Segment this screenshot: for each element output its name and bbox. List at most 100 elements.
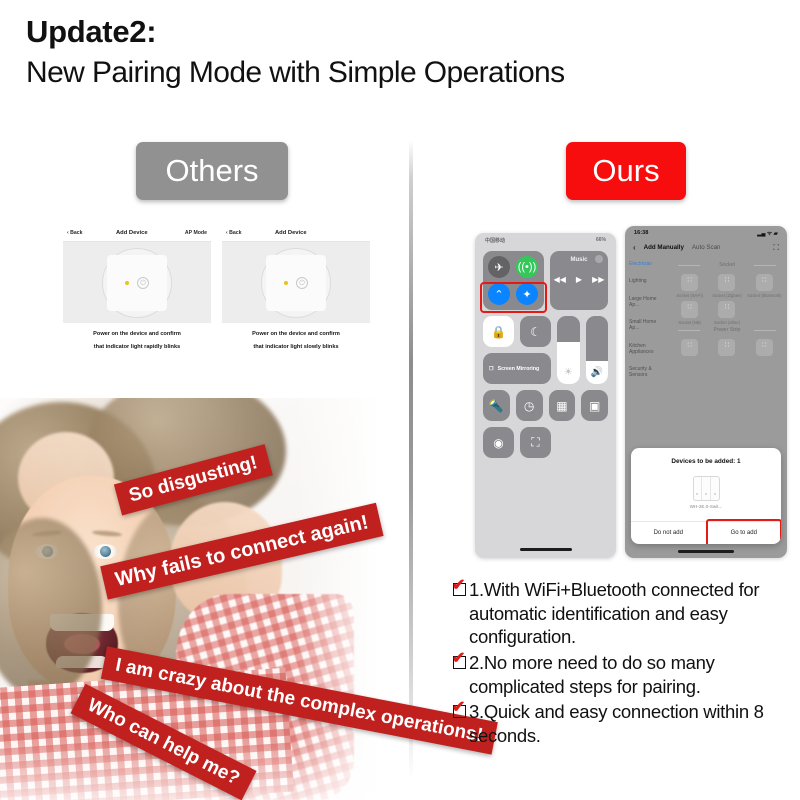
home-indicator: [678, 550, 734, 553]
iris: [100, 546, 111, 557]
next-icon[interactable]: ▶▶: [592, 275, 604, 284]
cc-row-misc: 🔒 ☾ ❐ Screen Mirroring ☀ 🔊: [483, 316, 608, 384]
airplane-mode-icon[interactable]: ✈: [488, 256, 510, 278]
navbar-title: Add Device: [116, 229, 148, 236]
feature-text: 3.Quick and easy connection within 8 sec…: [469, 701, 764, 747]
feature-item: 1.With WiFi+Bluetooth connected for auto…: [452, 578, 795, 649]
socket-icon: [718, 339, 736, 357]
tab-auto-scan[interactable]: Auto Scan: [692, 244, 721, 251]
play-icon[interactable]: ▶: [576, 275, 582, 284]
feature-text: 1.With WiFi+Bluetooth connected for auto…: [469, 579, 760, 648]
app-navbar: ‹ Back Add Device: [222, 224, 370, 241]
socket-icon: [718, 274, 736, 291]
sidebar-item-security-sensors[interactable]: Security & Sensors: [629, 366, 663, 379]
back-button[interactable]: ‹ Back: [226, 230, 242, 236]
badge-others: Others: [136, 142, 288, 200]
page-header: Update2: New Pairing Mode with Simple Op…: [26, 14, 786, 91]
do-not-add-button[interactable]: Do not add: [631, 522, 706, 544]
device-illustration: ⏻: [63, 241, 211, 323]
screen-record-icon[interactable]: ◉: [483, 427, 514, 458]
previous-icon[interactable]: ◀◀: [554, 275, 566, 284]
app-navbar: ‹ Back Add Device AP Mode: [63, 224, 211, 241]
flashlight-icon[interactable]: 🔦: [483, 390, 510, 421]
status-bar: 16:38 ▂▄ ᯤ ▰: [625, 226, 787, 239]
feature-item: 2.No more need to do so many complicated…: [452, 651, 795, 698]
wifi-icon[interactable]: ⌃: [488, 283, 510, 305]
indicator-led-icon: [284, 280, 288, 285]
power-strip-grid: [672, 339, 782, 358]
airplay-icon[interactable]: [595, 255, 603, 263]
instruction-line-2: that indicator light rapidly blinks: [93, 343, 181, 350]
music-card[interactable]: Music ◀◀ ▶ ▶▶: [550, 251, 608, 310]
column-divider: [409, 140, 413, 780]
device-tile[interactable]: [747, 339, 782, 358]
cc-row-connectivity: ✈ ((•)) ⌃ ✦ Music ◀◀ ▶ ▶▶: [480, 251, 608, 313]
devices-to-add-dialog: Devices to be added: 1 WH-2E.0-Swit... D…: [631, 448, 781, 544]
home-indicator: [519, 548, 572, 551]
section-header-socket: Socket: [672, 262, 782, 268]
checkmark-icon: [452, 700, 466, 719]
device-tile[interactable]: Socket (Zigbee): [709, 274, 744, 298]
status-carrier: 中国移动: [485, 237, 506, 244]
device-label: Socket (NB): [678, 320, 701, 326]
device-tile[interactable]: Socket (Bluetooth): [747, 274, 782, 298]
volume-icon: 🔊: [590, 367, 603, 378]
rotation-lock-icon[interactable]: 🔒: [483, 316, 514, 347]
device-tile[interactable]: [709, 339, 744, 358]
feature-text: 2.No more need to do so many complicated…: [469, 652, 715, 697]
device-tile[interactable]: Socket (other): [709, 301, 744, 325]
volume-slider[interactable]: 🔊: [585, 316, 608, 384]
status-icons: ▂▄ ᯤ ▰: [757, 230, 778, 237]
section-header-power-strip: Power Strip: [672, 327, 782, 333]
ap-mode-button[interactable]: AP Mode: [181, 230, 207, 236]
sidebar-item-lighting[interactable]: Lighting: [629, 278, 663, 284]
scan-icon[interactable]: ⛶: [773, 243, 779, 253]
instruction-line-1: Power on the device and confirm: [93, 331, 181, 337]
badge-ours: Ours: [566, 142, 686, 200]
cc-row-shortcuts-2: ◉ ⛶: [483, 427, 608, 458]
ios-control-center-screenshot: 中国移动 66% ✈ ((•)) ⌃ ✦ Music ◀◀ ▶ ▶▶ 🔒 ☾ ❐…: [475, 233, 616, 558]
back-button[interactable]: ‹ Back: [67, 230, 83, 236]
go-to-add-button[interactable]: Go to add: [705, 522, 782, 544]
code-scanner-icon[interactable]: ⛶: [520, 427, 551, 458]
bluetooth-icon[interactable]: ✦: [516, 283, 538, 305]
calculator-icon[interactable]: ▦: [548, 390, 576, 421]
socket-icon: [755, 274, 773, 291]
screen-mirroring-icon: ❐: [489, 365, 494, 372]
dialog-actions: Do not add Go to add: [631, 519, 782, 544]
dialog-title: Devices to be added: 1: [671, 458, 741, 465]
indicator-led-icon: [125, 280, 129, 285]
socket-grid: Socket (Wi-Fi) Socket (Zigbee) Socket (B…: [672, 274, 782, 325]
screen-mirroring-button[interactable]: ❐ Screen Mirroring: [483, 353, 551, 384]
smart-app-screenshot: 16:38 ▂▄ ᯤ ▰ ‹ Add Manually Auto Scan ⛶ …: [625, 226, 787, 558]
brightness-slider[interactable]: ☀: [557, 316, 580, 384]
category-sidebar: Electrician Lighting Large Home Ap... Sm…: [625, 256, 667, 452]
power-icon: ⏻: [296, 276, 308, 289]
screen-mirroring-label: Screen Mirroring: [497, 365, 540, 372]
sidebar-item-small-home-appliances[interactable]: Small Home Ap...: [629, 319, 663, 332]
page-title: Update2:: [26, 14, 157, 49]
sidebar-item-electrician[interactable]: Electrician: [629, 261, 663, 267]
timer-icon[interactable]: ◷: [515, 390, 543, 421]
device-tile[interactable]: [672, 339, 707, 358]
instruction-text: Power on the device and confirm that ind…: [222, 323, 370, 351]
device-tile[interactable]: Socket (NB): [672, 301, 707, 325]
device-thumbnail: [692, 476, 720, 501]
app-content: Electrician Lighting Large Home Ap... Sm…: [625, 256, 787, 452]
socket-icon: [681, 301, 699, 319]
device-tile[interactable]: Socket (Wi-Fi): [672, 274, 707, 298]
sidebar-item-kitchen-appliances[interactable]: Kitchen Appliances: [629, 343, 663, 356]
cellular-data-icon[interactable]: ((•)): [516, 256, 538, 278]
page-subtitle: New Pairing Mode with Simple Operations: [26, 55, 565, 89]
camera-icon[interactable]: ▣: [581, 390, 608, 421]
tab-add-manually[interactable]: Add Manually: [644, 244, 684, 251]
music-controls: ◀◀ ▶ ▶▶: [550, 275, 608, 284]
back-icon[interactable]: ‹: [633, 243, 636, 252]
status-battery: 66%: [595, 237, 606, 243]
device-name: WH-2E.0-Swit...: [689, 504, 723, 509]
checkmark-icon: [452, 651, 466, 670]
badge-others-label: Others: [165, 153, 259, 188]
poster-root: Update2: New Pairing Mode with Simple Op…: [0, 0, 800, 800]
sidebar-item-large-home-appliances[interactable]: Large Home Ap...: [629, 296, 663, 309]
do-not-disturb-icon[interactable]: ☾: [520, 316, 551, 347]
